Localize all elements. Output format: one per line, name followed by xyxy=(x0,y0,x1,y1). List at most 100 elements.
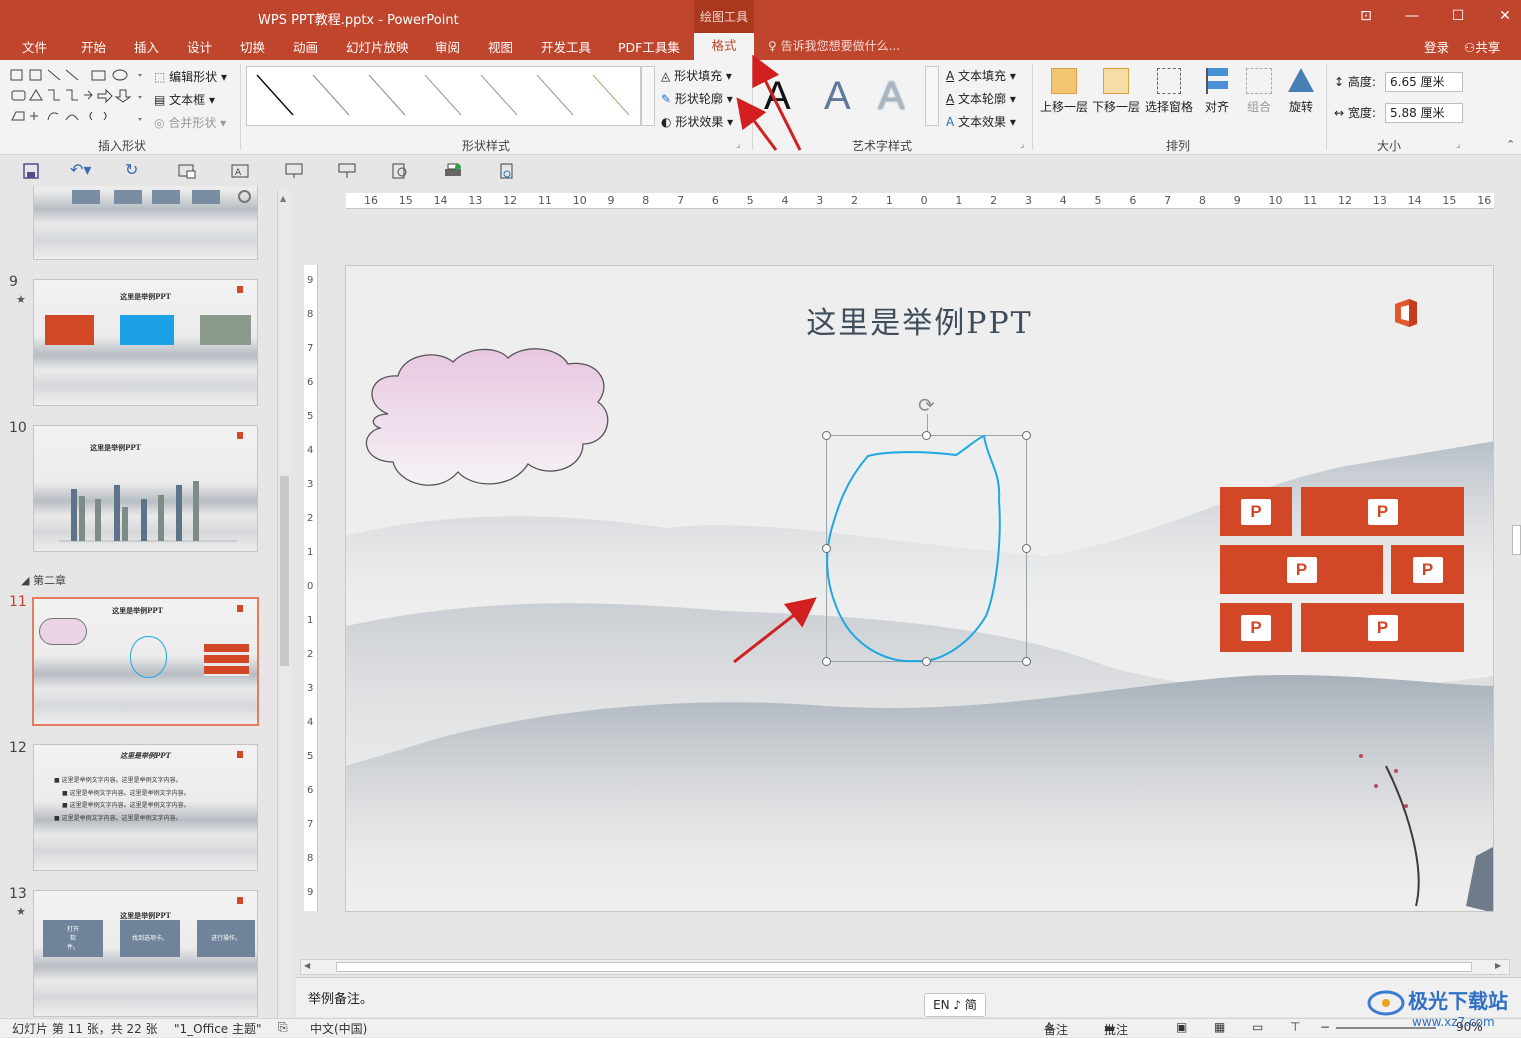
wordart-gallery[interactable]: A A A xyxy=(760,66,925,126)
slide-title[interactable]: 这里是举例PPT xyxy=(346,298,1493,342)
height-input[interactable]: 6.65 厘米 xyxy=(1385,72,1463,92)
align-button[interactable]: 对齐 xyxy=(1198,66,1236,131)
scroll-up-icon[interactable]: ▲ xyxy=(280,194,286,203)
ppt-tile[interactable]: P xyxy=(1220,487,1292,536)
tab-review[interactable]: 审阅 xyxy=(435,37,460,56)
shape-outline-button[interactable]: ✎ 形状轮廓 ▾ xyxy=(661,90,733,107)
ppt-tile[interactable]: P xyxy=(1391,545,1464,594)
scroll-right-icon[interactable]: ▶ xyxy=(1495,961,1501,970)
resize-handle[interactable] xyxy=(1022,657,1031,666)
slide-thumbnail-11-selected[interactable]: 这里是举例PPT xyxy=(32,597,259,726)
minimize-button[interactable]: — xyxy=(1397,6,1427,26)
tab-file[interactable]: 文件 xyxy=(22,37,47,56)
tell-me-search[interactable]: ♀ 告诉我您想要做什么... xyxy=(768,37,900,54)
edit-shape-button[interactable]: ⬚ 编辑形状 ▾ xyxy=(154,68,227,85)
shape-effect-button[interactable]: ◐ 形状效果 ▾ xyxy=(661,113,733,130)
ppt-tile[interactable]: P xyxy=(1220,603,1292,652)
width-input[interactable]: 5.88 厘米 xyxy=(1385,103,1463,123)
tab-home[interactable]: 开始 xyxy=(81,37,106,56)
new-slide-icon[interactable] xyxy=(178,163,196,179)
ppt-tile[interactable]: P xyxy=(1301,603,1464,652)
shape-style-gallery[interactable] xyxy=(246,66,641,126)
ppt-tile[interactable]: P xyxy=(1301,487,1464,536)
hscroll-thumb[interactable] xyxy=(336,962,1472,972)
dialog-launcher-icon[interactable]: ⌟ xyxy=(1456,140,1460,150)
login-link[interactable]: 登录 xyxy=(1424,37,1449,56)
present-icon[interactable] xyxy=(338,163,356,179)
text-fill-button[interactable]: A 文本填充 ▾ xyxy=(946,67,1016,84)
tab-pdf-tools[interactable]: PDF工具集 xyxy=(618,37,680,56)
tab-format[interactable]: 格式 xyxy=(694,33,754,61)
rotate-button[interactable]: 旋转 xyxy=(1282,66,1320,131)
slideshow-icon[interactable] xyxy=(285,163,303,179)
style-gallery-scroll[interactable] xyxy=(641,66,655,126)
text-box-qat-icon[interactable]: A xyxy=(231,163,249,179)
resize-handle[interactable] xyxy=(822,431,831,440)
slide-thumbnail-10[interactable]: 这里是举例PPT xyxy=(33,425,258,552)
maximize-button[interactable]: ☐ xyxy=(1443,6,1473,26)
send-backward-button[interactable]: 下移一层 xyxy=(1092,66,1140,131)
dialog-launcher-icon[interactable]: ⌟ xyxy=(1020,140,1024,150)
collapse-ribbon-icon[interactable]: ⌃ xyxy=(1506,138,1515,151)
save-icon[interactable] xyxy=(22,163,40,179)
export-icon[interactable] xyxy=(498,163,516,179)
wordart-sample-black[interactable]: A xyxy=(764,74,791,119)
cloud-shape[interactable] xyxy=(358,344,612,501)
scroll-thumb[interactable] xyxy=(280,476,289,666)
tab-view[interactable]: 视图 xyxy=(488,37,513,56)
text-box-button[interactable]: ▤ 文本框 ▾ xyxy=(154,91,215,108)
ppt-tile[interactable]: P xyxy=(1220,545,1383,594)
resize-handle[interactable] xyxy=(822,657,831,666)
slide-thumbnail-13[interactable]: 这里是举例PPT 打开 软 件。 找到选项卡。 进行操作。 xyxy=(33,890,258,1017)
tab-slideshow[interactable]: 幻灯片放映 xyxy=(346,37,409,56)
close-button[interactable]: ✕ xyxy=(1490,6,1520,26)
slideshow-view-icon[interactable]: ⊤ xyxy=(1290,1020,1300,1034)
ribbon-display-icon[interactable]: ⊡ xyxy=(1351,6,1381,26)
tab-transitions[interactable]: 切换 xyxy=(240,37,265,56)
resize-handle[interactable] xyxy=(922,431,931,440)
shape-fill-button[interactable]: ◬ 形状填充 ▾ xyxy=(661,67,732,84)
slide-canvas[interactable]: 这里是举例PPT ⟳ P P P P P P xyxy=(345,265,1494,912)
slide-sorter-icon[interactable]: ▦ xyxy=(1214,1020,1225,1034)
ime-indicator[interactable]: EN ♪ 简 xyxy=(924,993,986,1017)
print-icon[interactable] xyxy=(444,163,462,179)
bring-forward-button[interactable]: 上移一层 xyxy=(1040,66,1088,131)
wordart-sample-blue[interactable]: A xyxy=(824,74,851,119)
normal-view-icon[interactable]: ▣ xyxy=(1176,1020,1187,1034)
wordart-gallery-scroll[interactable] xyxy=(925,66,939,126)
text-effect-button[interactable]: A 文本效果 ▾ xyxy=(946,113,1016,130)
thumbnail-scrollbar[interactable]: ▲ xyxy=(277,190,291,1018)
tab-insert[interactable]: 插入 xyxy=(134,37,159,56)
reading-view-icon[interactable]: ▭ xyxy=(1252,1020,1263,1034)
wordart-sample-outline[interactable]: A xyxy=(878,74,905,119)
text-outline-button[interactable]: A 文本轮廓 ▾ xyxy=(946,90,1016,107)
undo-icon[interactable]: ↶▾ xyxy=(70,162,91,179)
group-button[interactable]: 组合 xyxy=(1240,66,1278,131)
print-preview-icon[interactable] xyxy=(391,163,409,179)
section-header[interactable]: ◢ 第二章 xyxy=(21,572,66,588)
language-indicator[interactable]: 中文(中国) xyxy=(310,1020,367,1037)
share-button[interactable]: ⚇共享 xyxy=(1464,37,1500,56)
merge-shapes-button[interactable]: ◎ 合并形状 ▾ xyxy=(154,114,226,131)
spellcheck-icon[interactable]: ⎘ xyxy=(278,1020,288,1035)
scroll-left-icon[interactable]: ◀ xyxy=(304,961,310,970)
notes-pane[interactable]: 举例备注。 xyxy=(296,977,1521,1017)
dialog-launcher-icon[interactable]: ⌟ xyxy=(736,140,740,150)
selection-pane-button[interactable]: 选择窗格 xyxy=(1143,66,1195,131)
slide-thumbnail-8[interactable] xyxy=(33,186,258,260)
tab-developer[interactable]: 开发工具 xyxy=(541,37,591,56)
slide-thumbnail-12[interactable]: 这里是举例PPT ■ 这里是举例文字内容。这里是举例文字内容。 ■ 这里是举例文… xyxy=(33,744,258,871)
resize-handle[interactable] xyxy=(1022,431,1031,440)
tab-design[interactable]: 设计 xyxy=(187,37,212,56)
editor-hscroll[interactable]: ◀ ▶ xyxy=(300,959,1510,975)
resize-handle[interactable] xyxy=(922,657,931,666)
resize-handle[interactable] xyxy=(1022,544,1031,553)
shape-gallery[interactable] xyxy=(8,66,148,128)
notes-text[interactable]: 举例备注。 xyxy=(308,988,373,1007)
redo-icon[interactable]: ↻ xyxy=(125,162,143,179)
tab-animations[interactable]: 动画 xyxy=(293,37,318,56)
resize-handle[interactable] xyxy=(822,544,831,553)
slide-thumbnail-9[interactable]: 这里是举例PPT xyxy=(33,279,258,406)
zoom-out-icon[interactable]: − xyxy=(1320,1020,1330,1034)
editor-vscroll-thumb[interactable] xyxy=(1512,525,1521,555)
